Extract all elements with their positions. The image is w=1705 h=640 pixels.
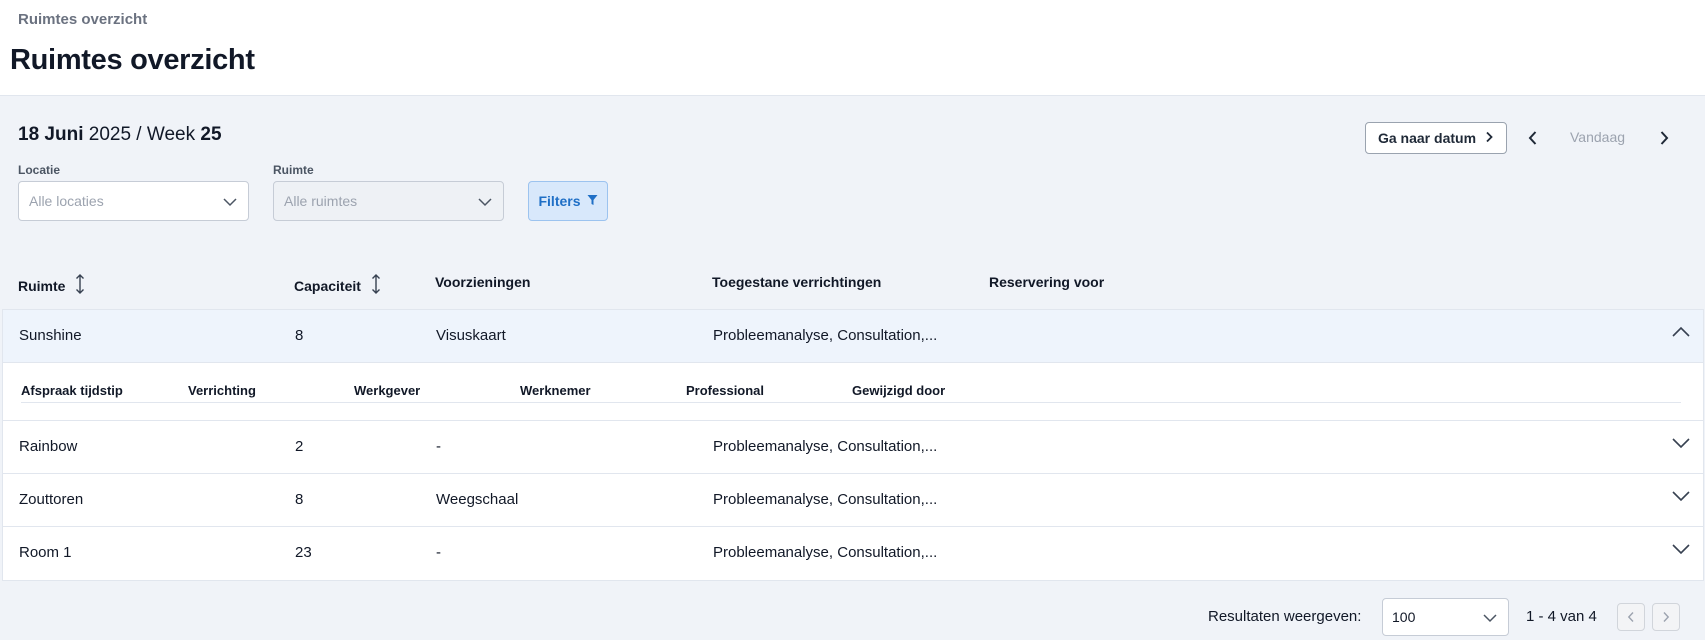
breadcrumb[interactable]: Ruimtes overzicht bbox=[18, 11, 147, 28]
goto-date-button[interactable]: Ga naar datum bbox=[1365, 122, 1507, 154]
cell-capacity: 8 bbox=[295, 491, 304, 508]
cell-facilities: Visuskaart bbox=[436, 327, 506, 344]
cell-room: Room 1 bbox=[19, 544, 72, 561]
cell-capacity: 23 bbox=[295, 544, 312, 561]
location-label: Locatie bbox=[18, 163, 61, 177]
room-label: Ruimte bbox=[273, 163, 314, 177]
chevron-right-icon bbox=[1663, 612, 1670, 622]
detail-header-time: Afspraak tijdstip bbox=[21, 383, 123, 398]
column-header-capacity-label: Capaciteit bbox=[294, 277, 361, 294]
row-detail-panel: Afspraak tijdstip Verrichting Werkgever … bbox=[3, 363, 1703, 421]
date-week-number: 25 bbox=[200, 124, 222, 145]
results-per-page-label: Resultaten weergeven: bbox=[1208, 608, 1362, 625]
table-row[interactable]: Room 1 23 - Probleemanalyse, Consultatio… bbox=[3, 527, 1703, 580]
date-day: 18 Juni bbox=[18, 124, 84, 145]
header: Ruimtes overzicht Ruimtes overzicht bbox=[0, 0, 1705, 96]
chevron-down-icon bbox=[1482, 610, 1498, 629]
sort-icon[interactable] bbox=[371, 274, 381, 297]
chevron-down-icon bbox=[477, 194, 493, 213]
cell-allowed-actions: Probleemanalyse, Consultation,... bbox=[713, 544, 938, 561]
location-placeholder: Alle locaties bbox=[29, 193, 104, 209]
detail-header-modified-by: Gewijzigd door bbox=[852, 383, 946, 398]
detail-header-employer: Werkgever bbox=[354, 383, 421, 398]
table-row[interactable]: Zouttoren 8 Weegschaal Probleemanalyse, … bbox=[3, 474, 1703, 527]
chevron-down-icon[interactable] bbox=[1671, 436, 1691, 455]
chevron-right-icon bbox=[1660, 131, 1669, 145]
cell-facilities: - bbox=[436, 438, 441, 455]
page-size-select[interactable]: 100 bbox=[1382, 598, 1509, 636]
room-placeholder: Alle ruimtes bbox=[284, 193, 358, 209]
detail-header-action: Verrichting bbox=[188, 383, 256, 398]
chevron-down-icon[interactable] bbox=[1671, 489, 1691, 508]
today-button[interactable]: Vandaag bbox=[1570, 129, 1625, 145]
previous-page-button[interactable] bbox=[1617, 603, 1645, 631]
column-header-allowed-actions: Toegestane verrichtingen bbox=[712, 274, 882, 290]
chevron-down-icon bbox=[222, 194, 238, 213]
cell-room: Rainbow bbox=[19, 438, 78, 455]
page-size-value: 100 bbox=[1392, 609, 1416, 625]
column-header-room[interactable]: Ruimte bbox=[18, 274, 85, 297]
rooms-table: Sunshine 8 Visuskaart Probleemanalyse, C… bbox=[2, 309, 1704, 581]
next-date-button[interactable] bbox=[1652, 126, 1676, 150]
cell-allowed-actions: Probleemanalyse, Consultation,... bbox=[713, 438, 938, 455]
page-title: Ruimtes overzicht bbox=[10, 44, 255, 76]
cell-capacity: 2 bbox=[295, 438, 304, 455]
goto-date-label: Ga naar datum bbox=[1377, 130, 1477, 146]
column-header-capacity[interactable]: Capaciteit bbox=[294, 274, 381, 297]
chevron-left-icon bbox=[1528, 131, 1537, 145]
room-select[interactable]: Alle ruimtes bbox=[273, 181, 504, 221]
detail-header-professional: Professional bbox=[686, 383, 765, 398]
sort-icon[interactable] bbox=[75, 274, 85, 297]
table-row[interactable]: Rainbow 2 - Probleemanalyse, Consultatio… bbox=[3, 421, 1703, 474]
previous-date-button[interactable] bbox=[1521, 126, 1545, 150]
cell-facilities: Weegschaal bbox=[436, 491, 519, 508]
chevron-up-icon[interactable] bbox=[1671, 325, 1691, 344]
cell-room: Sunshine bbox=[19, 327, 82, 344]
date-year-week: 2025 / Week bbox=[83, 124, 201, 145]
chevron-left-icon bbox=[1627, 612, 1634, 622]
date-heading: 18 Juni 2025 / Week 25 bbox=[18, 124, 222, 146]
cell-facilities: - bbox=[436, 544, 441, 561]
chevron-right-icon bbox=[1484, 130, 1494, 146]
column-header-reservation: Reservering voor bbox=[989, 274, 1105, 290]
cell-allowed-actions: Probleemanalyse, Consultation,... bbox=[713, 327, 938, 344]
table-row[interactable]: Sunshine 8 Visuskaart Probleemanalyse, C… bbox=[3, 310, 1703, 363]
next-page-button[interactable] bbox=[1652, 603, 1680, 631]
cell-room: Zouttoren bbox=[19, 491, 84, 508]
column-header-facilities: Voorzieningen bbox=[435, 274, 531, 290]
detail-divider bbox=[21, 402, 1681, 403]
column-header-room-label: Ruimte bbox=[18, 277, 66, 294]
cell-capacity: 8 bbox=[295, 327, 304, 344]
location-select[interactable]: Alle locaties bbox=[18, 181, 249, 221]
chevron-down-icon[interactable] bbox=[1671, 542, 1691, 561]
pagination-range: 1 - 4 van 4 bbox=[1526, 608, 1597, 625]
filters-label: Filters bbox=[538, 193, 581, 209]
filters-button[interactable]: Filters bbox=[528, 181, 608, 221]
detail-header-employee: Werknemer bbox=[520, 383, 591, 398]
filter-icon bbox=[587, 193, 598, 209]
cell-allowed-actions: Probleemanalyse, Consultation,... bbox=[713, 491, 938, 508]
